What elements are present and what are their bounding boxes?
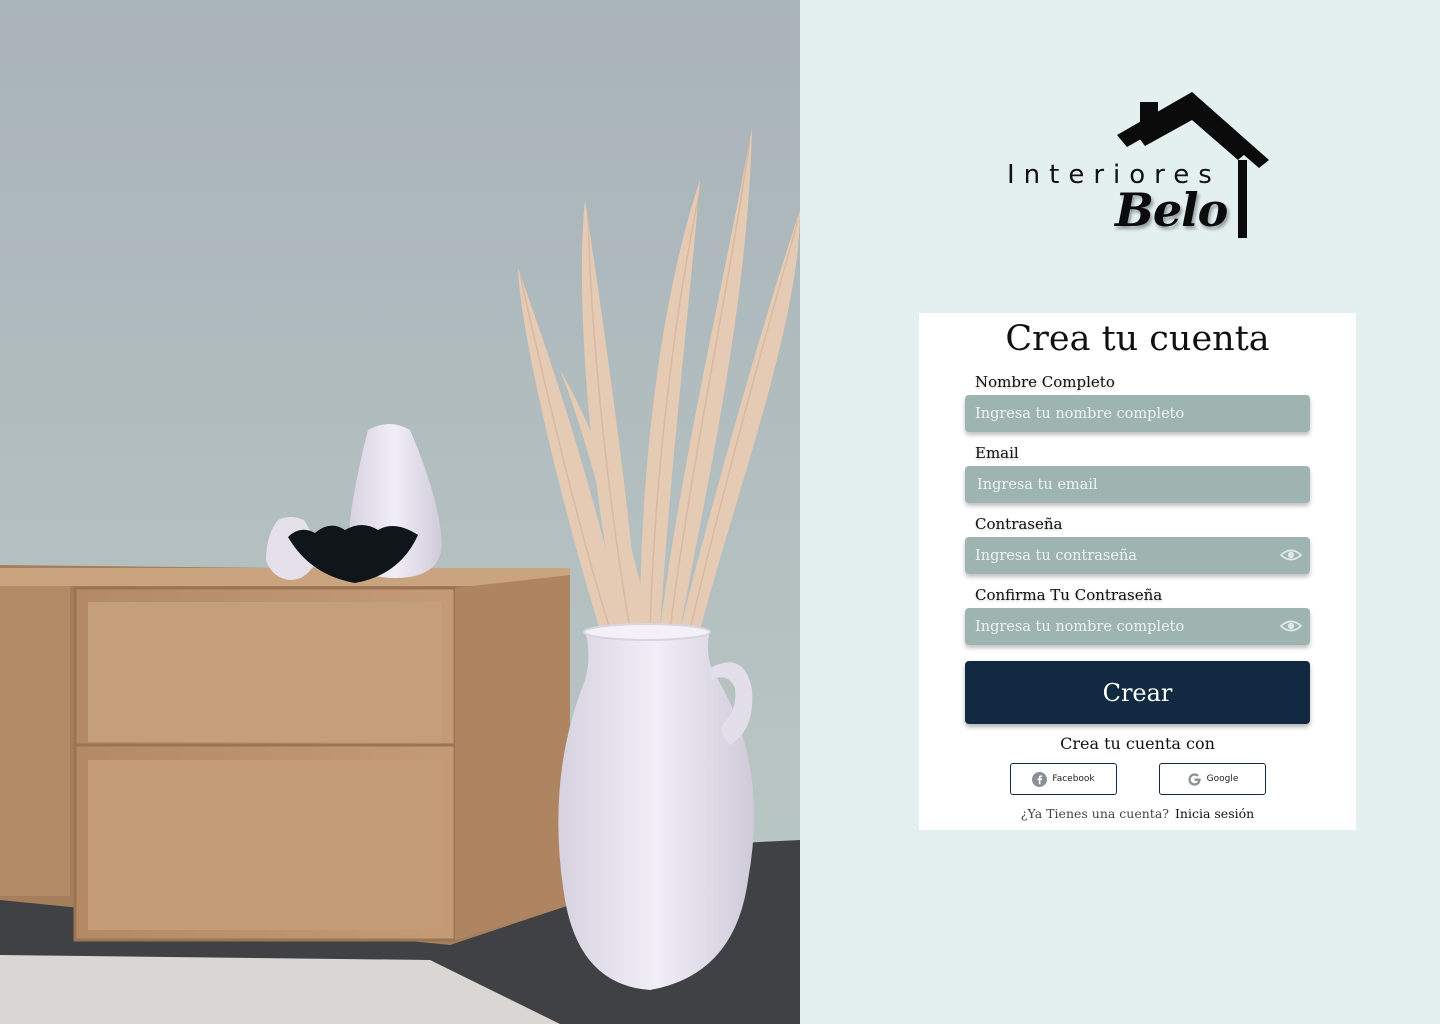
- email-label: Email: [975, 444, 1019, 462]
- confirm-password-input[interactable]: [975, 608, 1275, 645]
- email-input[interactable]: [977, 466, 1277, 503]
- social-prompt: Crea tu cuenta con: [1060, 734, 1215, 753]
- confirm-password-field: [965, 608, 1310, 645]
- signin-prompt: ¿Ya Tienes una cuenta?: [1020, 806, 1169, 821]
- full-name-field: [965, 395, 1310, 432]
- password-input[interactable]: [975, 537, 1275, 574]
- logo-brand: Belo: [1115, 183, 1228, 237]
- confirm-password-label: Confirma Tu Contraseña: [975, 586, 1163, 604]
- facebook-label: Facebook: [1052, 774, 1095, 784]
- google-label: Google: [1206, 774, 1239, 784]
- google-icon: [1188, 772, 1201, 786]
- eye-icon[interactable]: [1280, 617, 1302, 635]
- signin-link[interactable]: Inicia sesión: [1175, 806, 1254, 821]
- eye-icon[interactable]: [1280, 546, 1302, 564]
- interior-photo-illustration: [0, 0, 800, 1024]
- facebook-button[interactable]: Facebook: [1010, 763, 1117, 795]
- brand-logo: Interiores Belo: [1005, 90, 1275, 245]
- password-label: Contraseña: [975, 515, 1063, 533]
- full-name-label: Nombre Completo: [975, 373, 1115, 391]
- google-button[interactable]: Google: [1159, 763, 1266, 795]
- facebook-icon: [1032, 771, 1048, 787]
- hero-photo: [0, 0, 800, 1024]
- signup-card: Crea tu cuenta Nombre Completo Email Con…: [919, 313, 1356, 830]
- form-title: Crea tu cuenta: [1005, 319, 1270, 359]
- create-account-button[interactable]: Crear: [965, 661, 1310, 724]
- email-field: [965, 466, 1310, 503]
- password-field: [965, 537, 1310, 574]
- signin-row: ¿Ya Tienes una cuenta? Inicia sesión: [919, 806, 1356, 821]
- full-name-input[interactable]: [975, 395, 1275, 432]
